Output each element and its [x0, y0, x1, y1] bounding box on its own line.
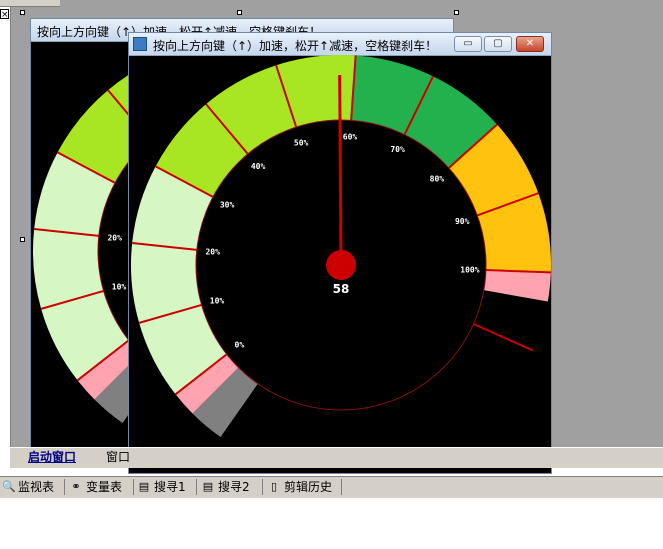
- toolbar-label: 剪辑历史: [284, 480, 333, 494]
- gauge-tick-label: 50%: [294, 138, 309, 147]
- gauge-needle: [338, 74, 343, 266]
- speed-gauge: 0% 10% 20% 30% 40% 50% 60% 70% 80% 90% 100% 58: [131, 55, 551, 438]
- gauge-tick-label: 90%: [455, 217, 470, 226]
- search-icon: 🔍: [2, 480, 16, 493]
- app-icon: [133, 37, 147, 51]
- gauge-window[interactable]: 按向上方向键（↑）加速，松开↑减速，空格键刹车！ ▭ ▢ ✕ 0% 10% 20% 3…: [128, 32, 552, 474]
- clipboard-icon: ▯: [270, 480, 278, 493]
- variable-icon: ⚭: [71, 480, 81, 493]
- gauge-tick-label: 30%: [220, 200, 235, 209]
- speed-value: 58: [333, 282, 350, 296]
- gauge-hub: [326, 250, 356, 280]
- toolbar-item-search1[interactable]: ▤ 搜寻1: [138, 479, 186, 495]
- gauge-tick-label: 10%: [210, 297, 225, 306]
- window-titlebar[interactable]: 按向上方向键（↑）加速，松开↑减速，空格键刹车！ ▭ ▢ ✕: [129, 33, 551, 56]
- gauge-tick-label: 20%: [107, 234, 122, 243]
- resize-handle[interactable]: [20, 10, 25, 15]
- toolbar-label: 搜寻1: [154, 480, 186, 494]
- toolbar-label: 监视表: [18, 480, 55, 494]
- resize-handle[interactable]: [237, 10, 242, 15]
- toolbar-item-search2[interactable]: ▤ 搜寻2: [202, 479, 250, 495]
- toolbar-item-clip-history[interactable]: ▯ 剪辑历史: [268, 479, 332, 495]
- toolbar-separator: [133, 479, 134, 495]
- gauge-tick-label: 10%: [112, 283, 127, 292]
- gauge-tick-label: 70%: [390, 145, 405, 154]
- tab-start-window[interactable]: 启动窗口: [22, 449, 82, 465]
- gauge-band: [483, 270, 551, 302]
- gauge-tick-label: 100%: [460, 266, 479, 275]
- gauge-tick-label: 0%: [235, 340, 245, 349]
- gauge-tick-label: 80%: [430, 175, 445, 184]
- toolbar-separator: [64, 479, 65, 495]
- ide-close-icon[interactable]: ×: [0, 9, 9, 20]
- toolbar-label: 搜寻2: [218, 480, 250, 494]
- toolbar-label: 变量表: [86, 480, 123, 494]
- toolbar-separator: [341, 479, 342, 495]
- gauge-tick-label: 60%: [343, 132, 358, 141]
- status-area: [0, 498, 663, 549]
- toolbar-separator: [262, 479, 263, 495]
- resize-handle[interactable]: [454, 10, 459, 15]
- ide-left-panel: [0, 0, 11, 462]
- gauge-tick-label: 20%: [205, 248, 220, 257]
- toolbar-separator: [196, 479, 197, 495]
- toolbar-item-variables[interactable]: ⚭ 变量表: [70, 479, 122, 495]
- maximize-button[interactable]: ▢: [484, 36, 512, 52]
- tab-window[interactable]: 窗口: [100, 449, 136, 465]
- close-button[interactable]: ✕: [516, 36, 544, 52]
- gauge-divider: [473, 323, 534, 352]
- minimize-button[interactable]: ▭: [454, 36, 482, 52]
- resize-handle[interactable]: [20, 237, 25, 242]
- window-title: 按向上方向键（↑）加速，松开↑减速，空格键刹车！: [153, 39, 438, 53]
- ide-top-strip: [0, 0, 60, 7]
- search-doc-icon: ▤: [138, 480, 150, 493]
- search-doc-icon: ▤: [202, 480, 214, 493]
- gauge-tick-label: 40%: [251, 162, 266, 171]
- toolbar-item-watch[interactable]: 🔍 监视表: [2, 479, 54, 495]
